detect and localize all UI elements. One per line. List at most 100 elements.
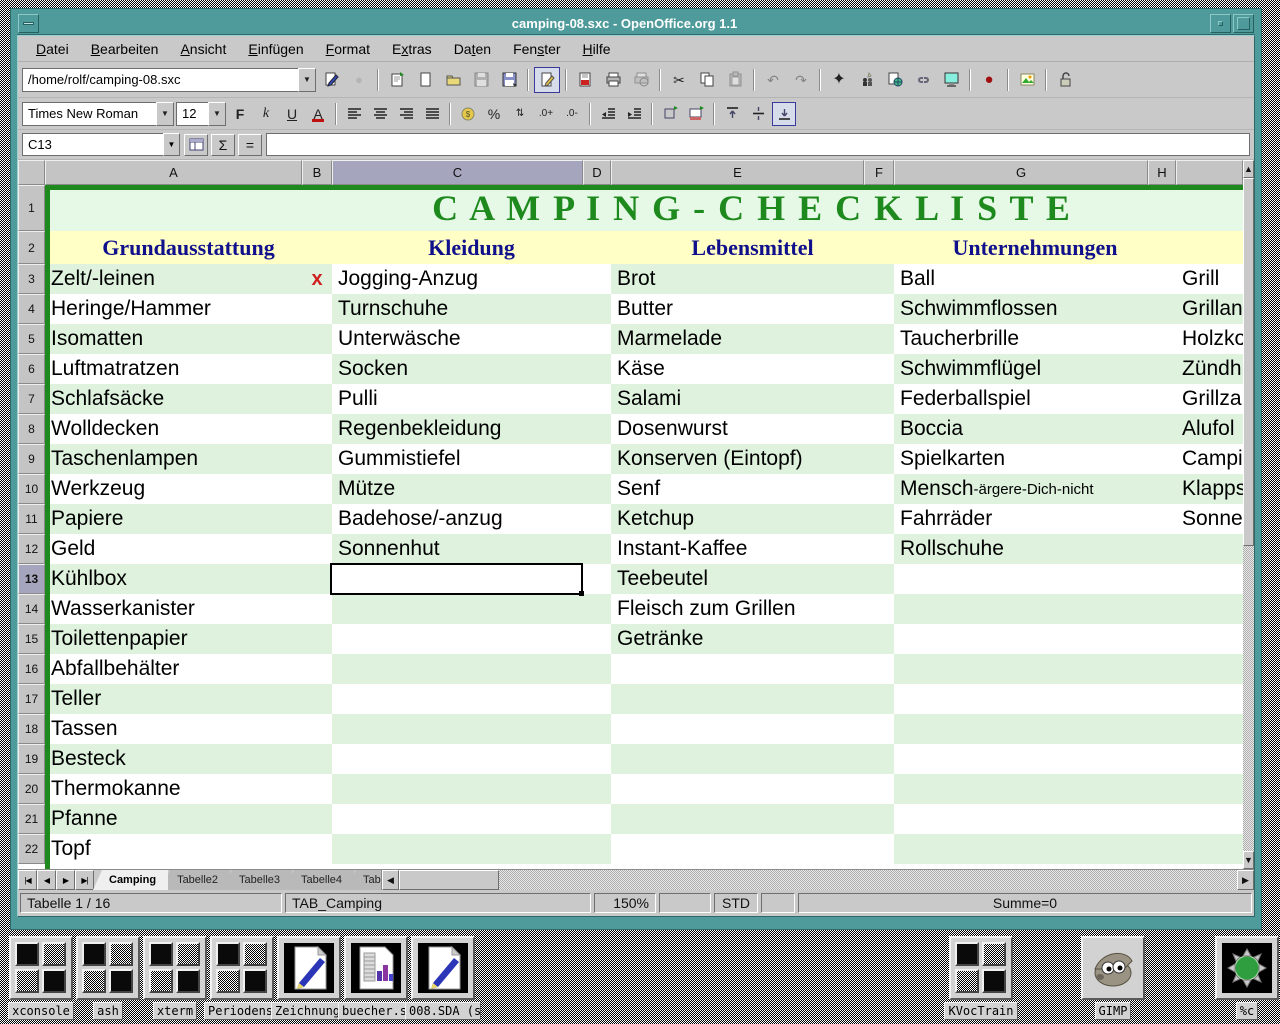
cell-title-row[interactable]: C A M P I N G - C H E C K L I S T E [45, 185, 1243, 231]
cell-D15[interactable] [583, 624, 611, 654]
cell-C18[interactable] [332, 714, 583, 744]
cell-G19[interactable] [894, 744, 1148, 774]
column-header-D[interactable]: D [583, 160, 611, 185]
cell-category-lebensmittel[interactable]: Lebensmittel [611, 231, 894, 264]
cell-A5[interactable]: Isomatten [45, 324, 302, 354]
cell-G16[interactable] [894, 654, 1148, 684]
cell-I3[interactable]: Grill [1176, 264, 1243, 294]
cell-H16[interactable] [1148, 654, 1176, 684]
sheet-tab-tabelle4[interactable]: Tabelle4 [285, 870, 354, 890]
align-top-icon[interactable] [720, 102, 744, 126]
row-header-20[interactable]: 20 [18, 774, 45, 804]
print-icon[interactable] [600, 67, 626, 93]
gallery-icon[interactable] [1014, 67, 1040, 93]
desktop-icon-ash[interactable]: ash [75, 936, 141, 1020]
currency-icon[interactable]: $ [456, 102, 480, 126]
cell-category-empty[interactable] [1176, 231, 1243, 264]
row-header-13[interactable]: 13 [18, 564, 45, 594]
cell-E16[interactable] [611, 654, 864, 684]
cell-D10[interactable] [583, 474, 611, 504]
sum-icon[interactable]: Σ [211, 134, 235, 156]
cell-C4[interactable]: Turnschuhe [332, 294, 583, 324]
cell-A4[interactable]: Heringe/Hammer [45, 294, 302, 324]
increase-indent-icon[interactable] [622, 102, 646, 126]
cell-A8[interactable]: Wolldecken [45, 414, 302, 444]
cell-C5[interactable]: Unterwäsche [332, 324, 583, 354]
paste-icon[interactable] [722, 67, 748, 93]
font-color-button[interactable]: A [306, 102, 330, 126]
cell-A16[interactable]: Abfallbehälter [45, 654, 302, 684]
vertical-scroll-track[interactable] [1243, 546, 1254, 851]
cell-G3[interactable]: Ball [894, 264, 1148, 294]
cell-B21[interactable] [302, 804, 332, 834]
cell-H3[interactable] [1148, 264, 1176, 294]
cell-A10[interactable]: Werkzeug [45, 474, 302, 504]
cell-F3[interactable] [864, 264, 894, 294]
cell-I22[interactable] [1176, 834, 1243, 864]
row-header-21[interactable]: 21 [18, 804, 45, 834]
decrease-indent-icon[interactable] [596, 102, 620, 126]
load-url-icon[interactable] [318, 67, 344, 93]
cell-G18[interactable] [894, 714, 1148, 744]
cell-reference-dropdown-icon[interactable]: ▼ [163, 133, 180, 156]
cell-F19[interactable] [864, 744, 894, 774]
cell-F16[interactable] [864, 654, 894, 684]
cell-E15[interactable]: Getränke [611, 624, 864, 654]
formula-input[interactable] [266, 133, 1250, 156]
cell-F5[interactable] [864, 324, 894, 354]
cut-icon[interactable]: ✂ [666, 67, 692, 93]
url-field[interactable]: /home/rolf/camping-08.sxc [22, 68, 298, 92]
cell-I12[interactable] [1176, 534, 1243, 564]
cell-D17[interactable] [583, 684, 611, 714]
x11-app-icon[interactable] [210, 936, 274, 1000]
cell-G14[interactable] [894, 594, 1148, 624]
cell-B5[interactable] [302, 324, 332, 354]
cell-C22[interactable] [332, 834, 583, 864]
cell-B11[interactable] [302, 504, 332, 534]
cell-reference[interactable]: C13 [22, 133, 163, 156]
cell-H14[interactable] [1148, 594, 1176, 624]
cell-D5[interactable] [583, 324, 611, 354]
cell-I14[interactable] [1176, 594, 1243, 624]
cell-D18[interactable] [583, 714, 611, 744]
menu-daten[interactable]: Daten [444, 38, 501, 60]
status-zoom[interactable]: 150% [594, 893, 656, 913]
menu-extras[interactable]: Extras [382, 38, 442, 60]
cell-H18[interactable] [1148, 714, 1176, 744]
minimize-button[interactable] [1210, 14, 1231, 33]
hyperlink-globe-icon[interactable] [882, 67, 908, 93]
cell-I13[interactable] [1176, 564, 1243, 594]
cell-I8[interactable]: Alufol [1176, 414, 1243, 444]
cell-I20[interactable] [1176, 774, 1243, 804]
cell-E22[interactable] [611, 834, 864, 864]
cell-F14[interactable] [864, 594, 894, 624]
cell-F4[interactable] [864, 294, 894, 324]
cell-A18[interactable]: Tassen [45, 714, 302, 744]
cell-reference-box[interactable]: C13 ▼ [22, 133, 180, 156]
cell-D12[interactable] [583, 534, 611, 564]
cell-E3[interactable]: Brot [611, 264, 864, 294]
cell-A6[interactable]: Luftmatratzen [45, 354, 302, 384]
cell-F20[interactable] [864, 774, 894, 804]
row-header-22[interactable]: 22 [18, 834, 45, 864]
cell-H22[interactable] [1148, 834, 1176, 864]
menu-fenster[interactable]: Fenster [503, 38, 570, 60]
vertical-scroll-thumb[interactable] [1243, 178, 1254, 546]
cell-category-unternehmungen[interactable]: Unternehmungen [894, 231, 1176, 264]
cell-D19[interactable] [583, 744, 611, 774]
navigator-icon[interactable]: ✦ [826, 67, 852, 93]
cell-D8[interactable] [583, 414, 611, 444]
cell-A3[interactable]: Zelt/-leinen [45, 264, 302, 294]
align-center-icon[interactable] [368, 102, 392, 126]
cell-H8[interactable] [1148, 414, 1176, 444]
cell-D16[interactable] [583, 654, 611, 684]
scroll-left-icon[interactable]: ◀ [382, 870, 399, 890]
cell-A17[interactable]: Teller [45, 684, 302, 714]
column-header-A[interactable]: A [45, 160, 302, 185]
column-header-B[interactable]: B [302, 160, 332, 185]
cell-B6[interactable] [302, 354, 332, 384]
cell-D13[interactable] [583, 564, 611, 594]
cell-D7[interactable] [583, 384, 611, 414]
cell-B16[interactable] [302, 654, 332, 684]
align-vcenter-icon[interactable] [746, 102, 770, 126]
